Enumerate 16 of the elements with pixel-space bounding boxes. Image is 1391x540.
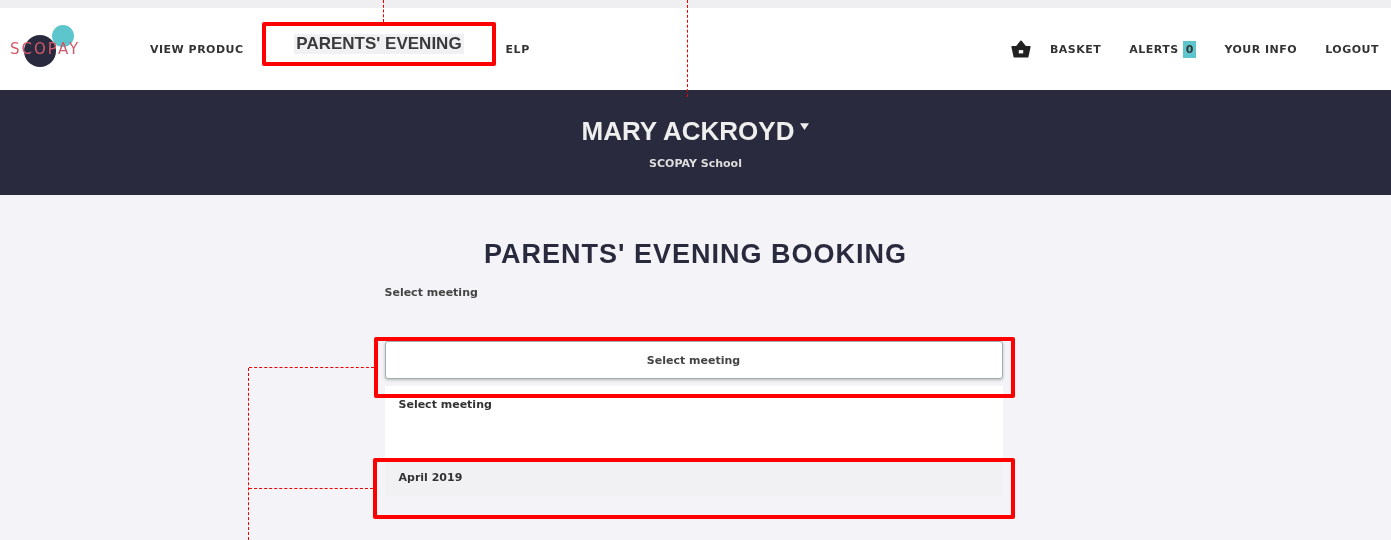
school-name: SCOPAY School <box>649 156 742 170</box>
alerts-count: 0 <box>1182 40 1197 58</box>
nav-link[interactable]: VIEW PRODUC <box>150 42 244 56</box>
nav-link[interactable]: BASKET <box>1049 42 1102 56</box>
nav-link[interactable]: ALERTS <box>1129 42 1179 56</box>
basket-icon[interactable] <box>1009 40 1032 58</box>
page-title: PARENTS' EVENING BOOKING <box>484 239 907 270</box>
nav-link[interactable]: LOGOUT <box>1325 42 1379 56</box>
callout-label: PARENTS' EVENING <box>294 34 464 54</box>
field-label: Select meeting <box>384 286 478 299</box>
leader-line <box>383 0 384 22</box>
meeting-dropdown[interactable]: Select meeting <box>384 341 1003 379</box>
nav-link[interactable]: ELP <box>505 42 530 56</box>
nav-link[interactable]: YOUR INFO <box>1224 42 1298 56</box>
user-name[interactable]: MARY ACKROYD <box>581 115 795 147</box>
caret-icon[interactable] <box>800 122 810 130</box>
